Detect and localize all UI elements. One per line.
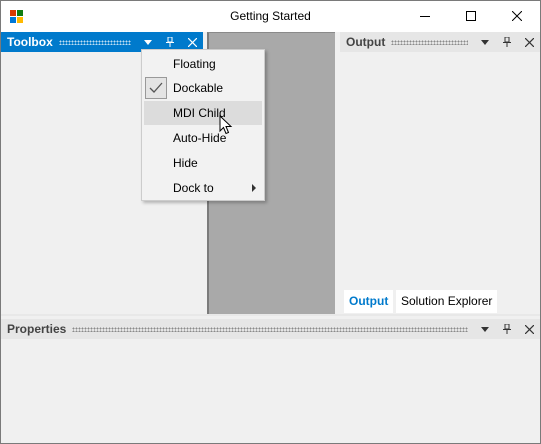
tab-output[interactable]: Output <box>344 290 394 313</box>
toolbox-grip[interactable] <box>58 39 131 45</box>
close-button[interactable] <box>494 1 540 31</box>
pin-icon <box>503 324 511 334</box>
menu-item-label: Dockable <box>173 81 224 95</box>
menu-item-label: Hide <box>173 156 198 170</box>
menu-item-label: Dock to <box>173 181 214 195</box>
chevron-down-icon <box>144 39 152 45</box>
output-dropdown-button[interactable] <box>474 32 496 52</box>
maximize-button[interactable] <box>448 1 494 31</box>
properties-dropdown-button[interactable] <box>474 319 496 339</box>
menu-item-mdi-child[interactable]: MDI Child <box>144 101 262 125</box>
chevron-right-icon <box>252 184 256 192</box>
menu-item-dock-to[interactable]: Dock to <box>144 176 262 200</box>
menu-item-label: MDI Child <box>173 106 226 120</box>
menu-item-floating[interactable]: Floating <box>144 52 262 76</box>
cursor-icon <box>219 115 233 135</box>
menu-item-auto-hide[interactable]: Auto-Hide <box>144 126 262 150</box>
dock-context-menu: Floating Dockable MDI Child Auto-Hide Hi… <box>141 49 265 201</box>
close-icon <box>187 37 197 47</box>
output-tab-strip: Output Solution Explorer <box>340 290 540 313</box>
properties-close-button[interactable] <box>518 319 540 339</box>
properties-grip[interactable] <box>72 326 468 332</box>
menu-item-label: Floating <box>173 57 216 71</box>
close-icon <box>524 324 534 334</box>
tab-solution-explorer[interactable]: Solution Explorer <box>396 290 498 313</box>
output-close-button[interactable] <box>518 32 540 52</box>
chevron-down-icon <box>481 326 489 332</box>
client-area: Toolbox Output Output Solution Explorer … <box>1 32 540 443</box>
pin-icon <box>166 37 174 47</box>
application-window: Getting Started Toolbox Output Output So… <box>0 0 541 444</box>
output-content <box>340 52 540 289</box>
close-icon <box>524 37 534 47</box>
close-icon <box>512 11 522 21</box>
output-grip[interactable] <box>391 39 468 45</box>
output-title: Output <box>346 35 386 49</box>
properties-pin-button[interactable] <box>496 319 518 339</box>
minimize-button[interactable] <box>402 1 448 31</box>
horizontal-splitter[interactable] <box>1 314 540 316</box>
output-header[interactable]: Output <box>340 32 540 52</box>
properties-panel: Properties <box>1 319 540 443</box>
title-bar[interactable]: Getting Started <box>1 1 540 32</box>
check-icon <box>149 82 163 93</box>
pin-icon <box>503 37 511 47</box>
properties-title: Properties <box>7 322 67 336</box>
check-box <box>145 77 167 99</box>
menu-item-hide[interactable]: Hide <box>144 151 262 175</box>
output-panel: Output Output Solution Explorer <box>340 32 540 314</box>
maximize-icon <box>466 11 476 21</box>
properties-header[interactable]: Properties <box>1 319 540 339</box>
output-pin-button[interactable] <box>496 32 518 52</box>
chevron-down-icon <box>481 39 489 45</box>
minimize-icon <box>420 16 430 17</box>
menu-item-dockable[interactable]: Dockable <box>144 76 262 100</box>
toolbox-title: Toolbox <box>7 35 53 49</box>
